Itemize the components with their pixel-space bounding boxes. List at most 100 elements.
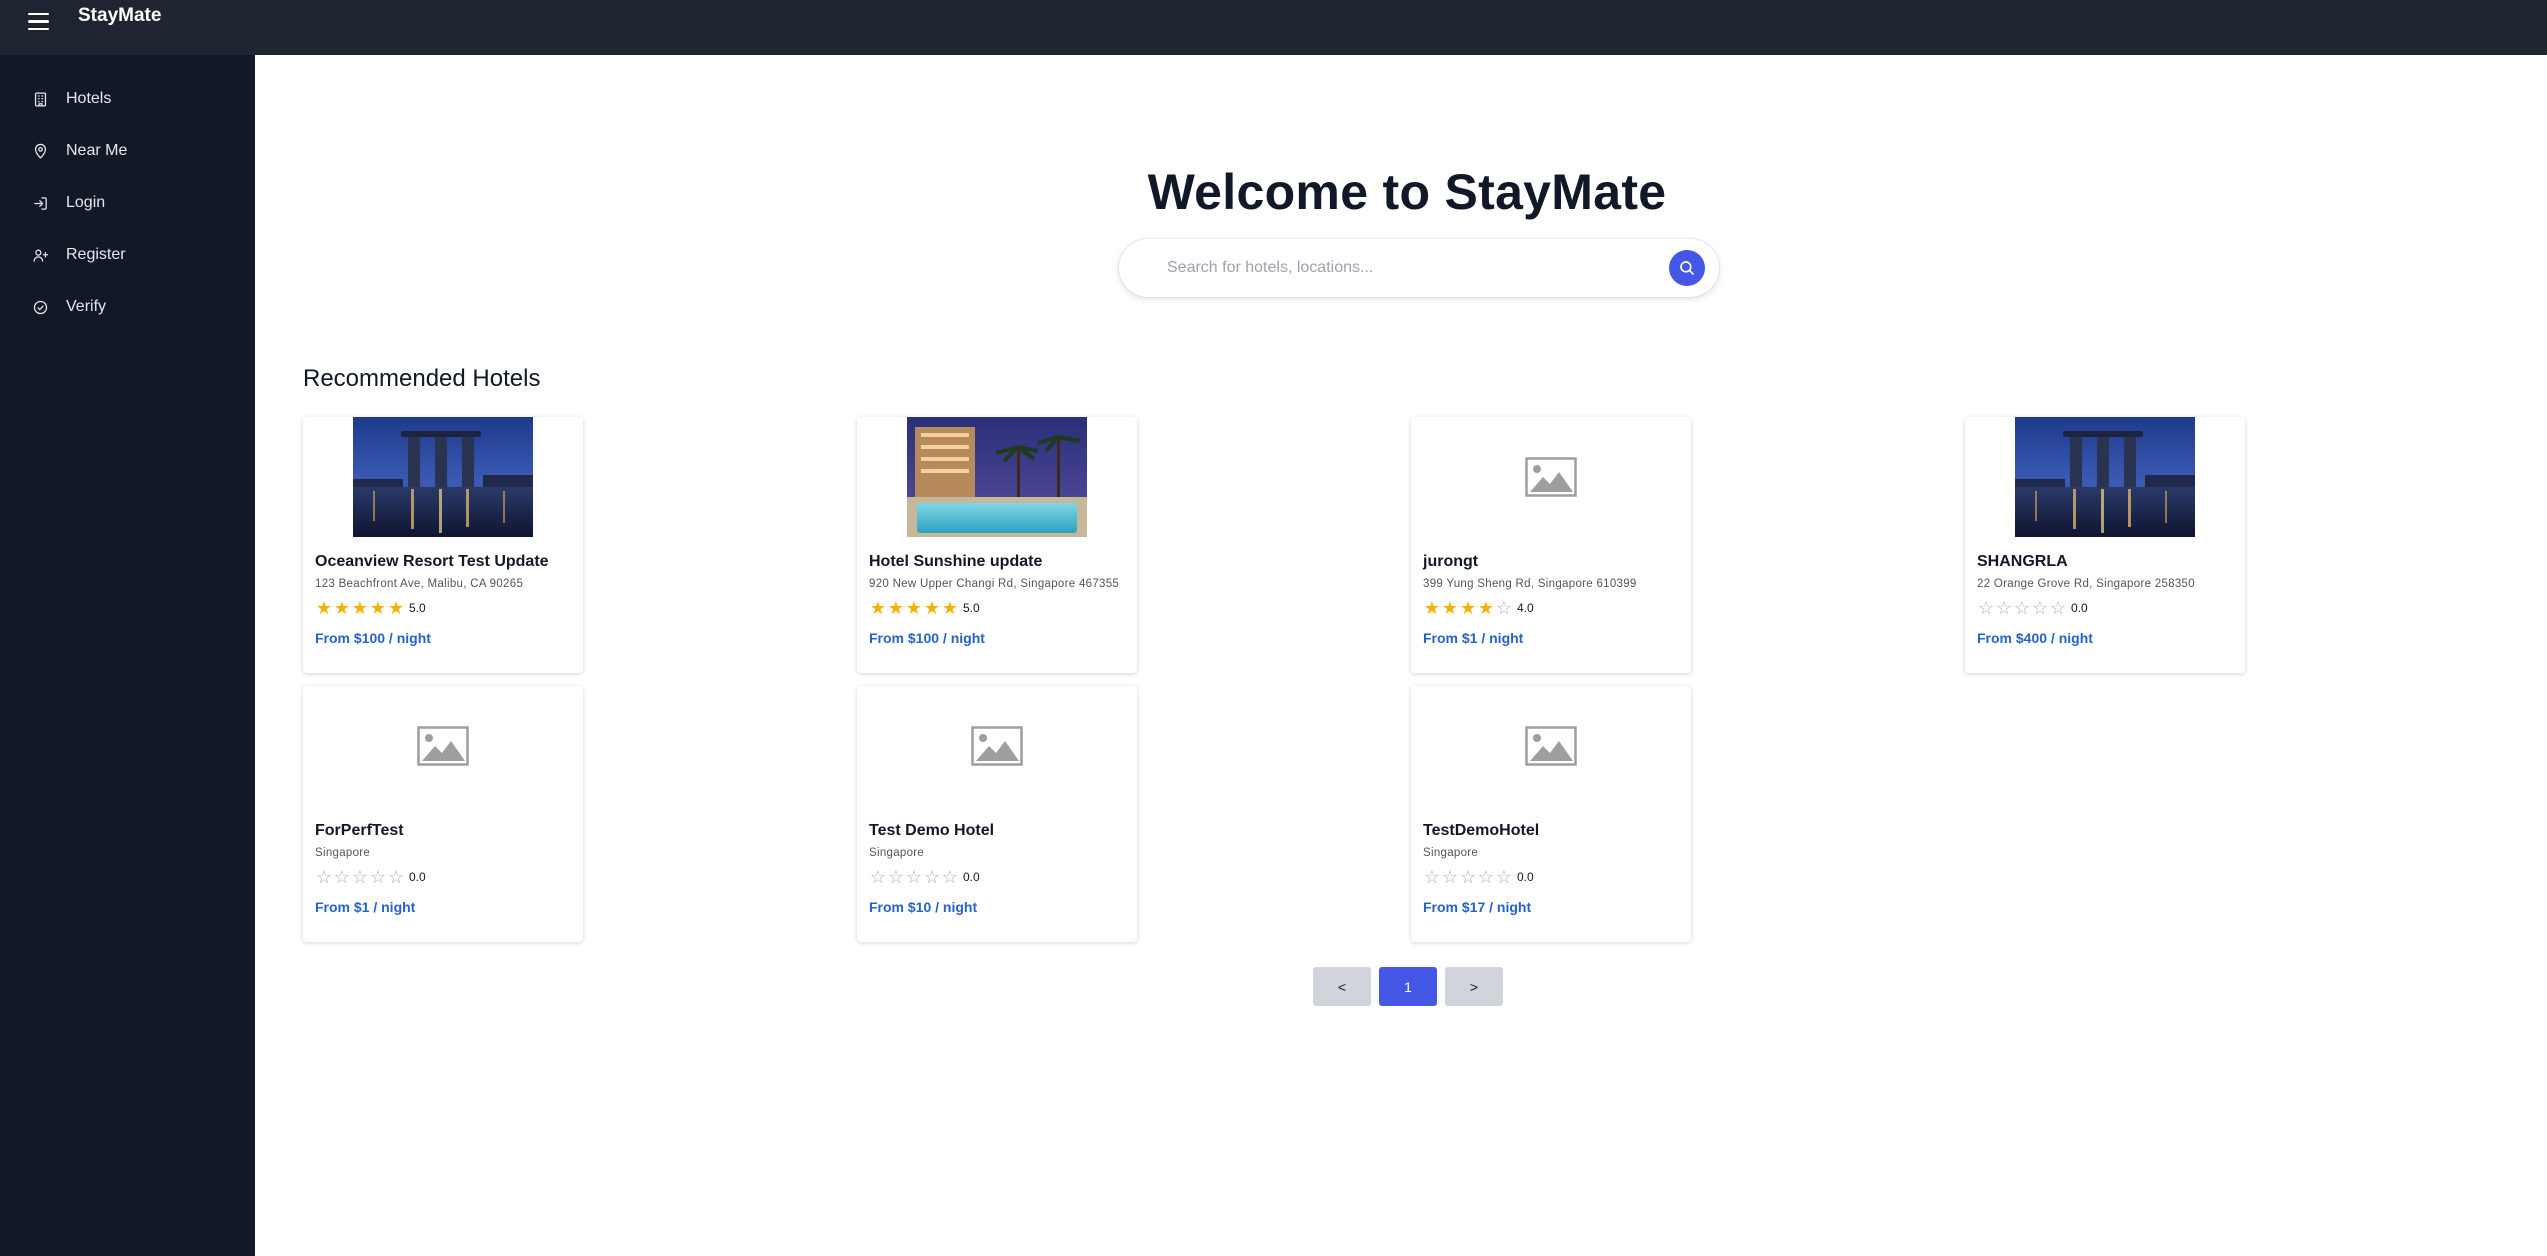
star-filled-icon: ★ — [333, 598, 351, 618]
star-empty-icon: ☆ — [923, 867, 941, 887]
image-placeholder-icon — [1461, 417, 1641, 537]
star-empty-icon: ☆ — [1459, 867, 1477, 887]
hotel-card[interactable]: Oceanview Resort Test Update 123 Beachfro… — [303, 417, 583, 673]
sidebar-item-label: Near Me — [66, 142, 128, 159]
star-empty-icon: ☆ — [905, 867, 923, 887]
star-empty-icon: ☆ — [1441, 867, 1459, 887]
star-empty-icon: ☆ — [1495, 598, 1513, 618]
hotel-price: From $100 / night — [869, 630, 985, 646]
star-rating: ☆ ☆ ☆ ☆ ☆ — [1977, 599, 2067, 617]
hotel-rating: ★ ★ ★ ★ ★ 5.0 — [869, 599, 980, 617]
hotel-price: From $100 / night — [315, 630, 431, 646]
hotel-rating: ☆ ☆ ☆ ☆ ☆ 0.0 — [315, 868, 426, 886]
map-pin-icon — [30, 141, 50, 161]
hotel-address: 920 New Upper Changi Rd, Singapore 46735… — [869, 578, 1120, 590]
hotel-name: ForPerfTest — [315, 822, 404, 839]
star-empty-icon: ☆ — [1495, 867, 1513, 887]
image-placeholder-icon — [1461, 686, 1641, 806]
sidebar-item-hotels[interactable]: Hotels — [0, 73, 255, 125]
star-empty-icon: ☆ — [1477, 867, 1495, 887]
next-page-button[interactable]: > — [1445, 967, 1503, 1006]
hotel-address: Singapore — [1423, 847, 1479, 859]
hotel-card[interactable]: TestDemoHotel Singapore ☆ ☆ ☆ ☆ ☆ 0.0 From $17 /… — [1411, 686, 1691, 942]
hotel-image — [2015, 417, 2195, 537]
star-empty-icon: ☆ — [2049, 598, 2067, 618]
star-rating: ★ ★ ★ ★ ★ — [869, 599, 959, 617]
hotel-rating: ★ ★ ★ ★ ☆ 4.0 — [1423, 599, 1534, 617]
star-filled-icon: ★ — [315, 598, 333, 618]
star-filled-icon: ★ — [1423, 598, 1441, 618]
hotel-card[interactable]: Test Demo Hotel Singapore ☆ ☆ ☆ ☆ ☆ 0.0 From $10… — [857, 686, 1137, 942]
star-empty-icon: ☆ — [387, 867, 405, 887]
star-empty-icon: ☆ — [1423, 867, 1441, 887]
app-brand[interactable]: StayMate — [78, 5, 161, 27]
hamburger-menu-icon[interactable] — [28, 8, 56, 36]
current-page-button[interactable]: 1 — [1379, 967, 1437, 1006]
star-empty-icon: ☆ — [351, 867, 369, 887]
star-rating: ☆ ☆ ☆ ☆ ☆ — [1423, 868, 1513, 886]
star-rating: ☆ ☆ ☆ ☆ ☆ — [869, 868, 959, 886]
star-filled-icon: ★ — [387, 598, 405, 618]
star-filled-icon: ★ — [1441, 598, 1459, 618]
login-icon — [30, 193, 50, 213]
top-bar: StayMate — [0, 0, 2547, 55]
pagination: < 1 > — [1313, 967, 1503, 1006]
star-rating: ★ ★ ★ ★ ☆ — [1423, 599, 1513, 617]
hotel-name: SHANGRLA — [1977, 553, 2068, 570]
hotel-rating: ★ ★ ★ ★ ★ 5.0 — [315, 599, 426, 617]
star-rating: ★ ★ ★ ★ ★ — [315, 599, 405, 617]
search-button[interactable] — [1669, 250, 1705, 286]
star-empty-icon: ☆ — [333, 867, 351, 887]
hotel-price: From $1 / night — [315, 899, 416, 915]
search-bar — [1119, 239, 1719, 297]
rating-score: 5.0 — [963, 601, 980, 615]
sidebar-item-near-me[interactable]: Near Me — [0, 125, 255, 177]
hotel-name: TestDemoHotel — [1423, 822, 1540, 839]
rating-score: 0.0 — [409, 870, 426, 884]
sidebar-item-verify[interactable]: Verify — [0, 281, 255, 333]
hotel-address: 123 Beachfront Ave, Malibu, CA 90265 — [315, 578, 524, 590]
star-rating: ☆ ☆ ☆ ☆ ☆ — [315, 868, 405, 886]
user-plus-icon — [30, 245, 50, 265]
hotel-card[interactable]: Hotel Sunshine update 920 New Upper Chang… — [857, 417, 1137, 673]
sidebar-item-login[interactable]: Login — [0, 177, 255, 229]
star-filled-icon: ★ — [887, 598, 905, 618]
prev-page-button[interactable]: < — [1313, 967, 1371, 1006]
page-title: Welcome to StayMate — [1147, 164, 1667, 220]
sidebar: Hotels Near Me Login Register Verify — [0, 55, 255, 1256]
hotel-image — [907, 417, 1087, 537]
star-filled-icon: ★ — [351, 598, 369, 618]
hotel-rating: ☆ ☆ ☆ ☆ ☆ 0.0 — [869, 868, 980, 886]
hotel-rating: ☆ ☆ ☆ ☆ ☆ 0.0 — [1977, 599, 2088, 617]
hotel-price: From $1 / night — [1423, 630, 1524, 646]
hotel-grid: Oceanview Resort Test Update 123 Beachfro… — [303, 417, 2503, 942]
hotel-rating: ☆ ☆ ☆ ☆ ☆ 0.0 — [1423, 868, 1534, 886]
hotel-name: Hotel Sunshine update — [869, 553, 1043, 570]
main-content: Welcome to StayMate Recommended Hotels O… — [255, 55, 2547, 1256]
star-filled-icon: ★ — [1459, 598, 1477, 618]
sidebar-item-label: Register — [66, 246, 126, 263]
sidebar-item-register[interactable]: Register — [0, 229, 255, 281]
hotel-card[interactable]: jurongt 399 Yung Sheng Rd, Singapore 6103… — [1411, 417, 1691, 673]
search-input[interactable] — [1167, 259, 1647, 277]
hotel-name: Oceanview Resort Test Update — [315, 553, 549, 570]
star-empty-icon: ☆ — [1977, 598, 1995, 618]
section-title: Recommended Hotels — [303, 365, 541, 392]
hotel-card[interactable]: ForPerfTest Singapore ☆ ☆ ☆ ☆ ☆ 0.0 From $1 / ni… — [303, 686, 583, 942]
hotel-name: jurongt — [1423, 553, 1479, 570]
star-empty-icon: ☆ — [941, 867, 959, 887]
hotel-address: Singapore — [869, 847, 925, 859]
star-filled-icon: ★ — [869, 598, 887, 618]
star-filled-icon: ★ — [923, 598, 941, 618]
hotel-address: 399 Yung Sheng Rd, Singapore 610399 — [1423, 578, 1637, 590]
rating-score: 0.0 — [1517, 870, 1534, 884]
hotel-price: From $17 / night — [1423, 899, 1532, 915]
star-empty-icon: ☆ — [315, 867, 333, 887]
hotel-name: Test Demo Hotel — [869, 822, 995, 839]
hotel-card[interactable]: SHANGRLA 22 Orange Grove Rd, Singapore 25… — [1965, 417, 2245, 673]
search-icon — [1680, 261, 1694, 275]
star-filled-icon: ★ — [369, 598, 387, 618]
building-icon — [30, 89, 50, 109]
rating-score: 0.0 — [2071, 601, 2088, 615]
check-circle-icon — [30, 297, 50, 317]
